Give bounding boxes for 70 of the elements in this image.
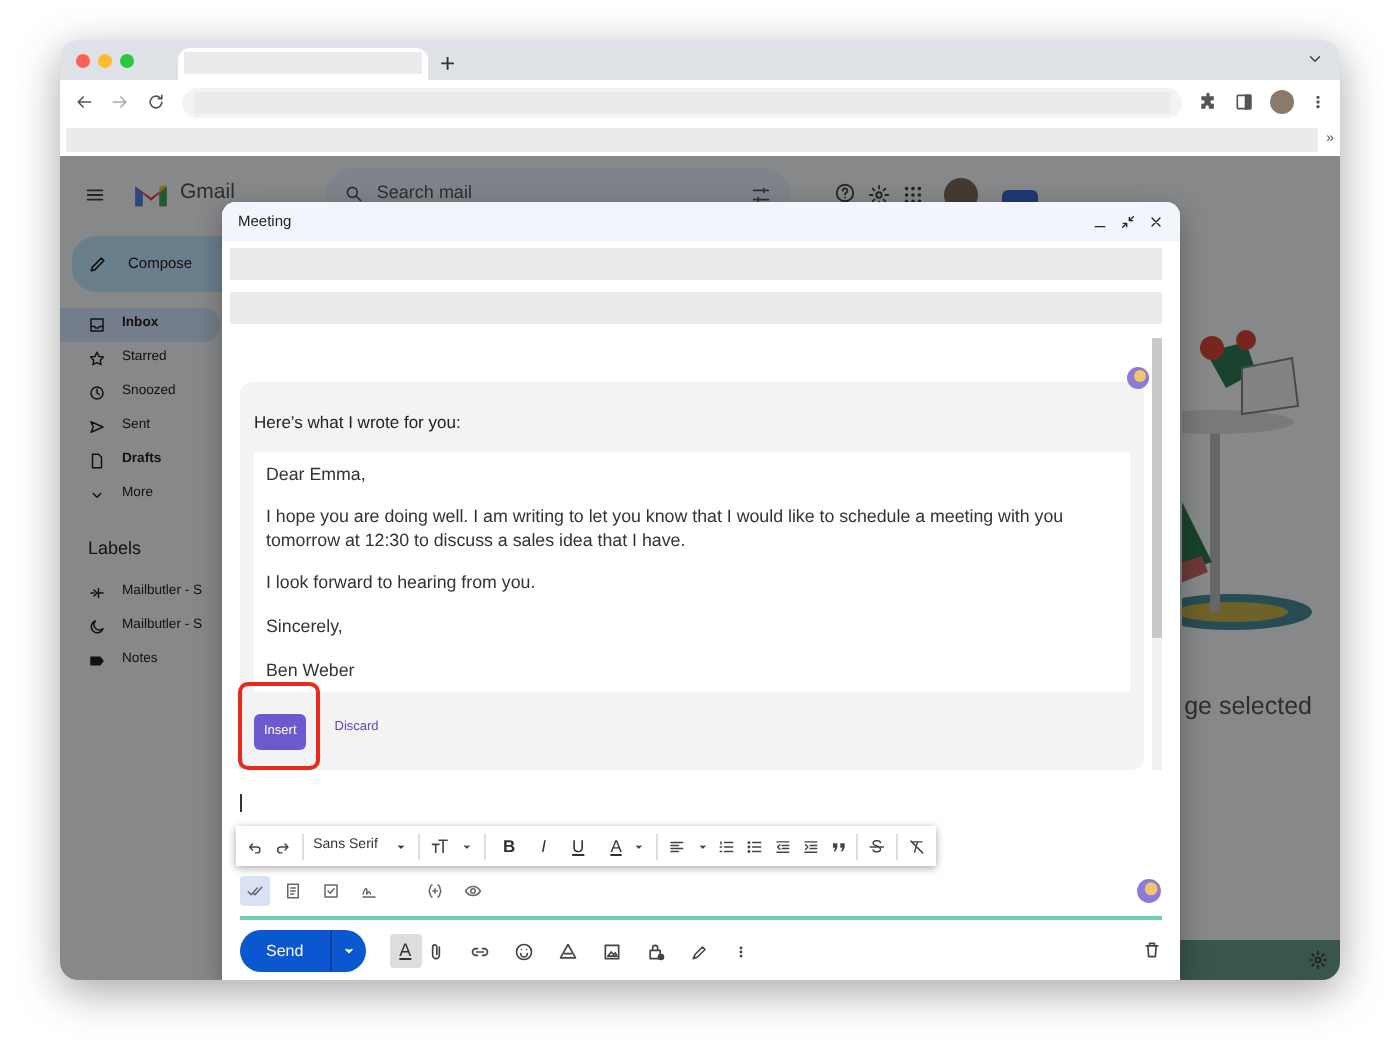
paragraph: I look forward to hearing from you. [266,572,538,597]
trash-icon[interactable] [1142,940,1162,961]
avatar[interactable] [1270,90,1294,114]
puzzle-icon[interactable] [1198,92,1218,112]
labels-heading: Labels [88,536,142,562]
send-icon [88,418,106,436]
help-icon[interactable] [834,182,857,205]
pencil-icon [88,254,108,274]
triangle-icon[interactable] [557,941,578,961]
moon-icon [88,617,106,635]
strikethrough-icon[interactable] [868,837,887,855]
template-icon [284,882,302,900]
lock-icon[interactable] [645,941,666,961]
scrollbar-thumb[interactable] [1152,338,1162,638]
tool-button[interactable] [240,876,270,906]
caret-icon[interactable] [631,839,646,853]
task-checkbox-icon [322,882,340,900]
label-icon [88,651,106,669]
new-tab-button[interactable]: + [440,48,456,80]
envelope-logo-icon [134,181,168,207]
eye-icon [464,882,482,900]
text-size-icon[interactable] [429,836,450,856]
underline-button[interactable]: U [564,837,593,855]
numbered-list-icon[interactable] [718,837,737,855]
clock-icon [88,384,106,402]
emoji-icon[interactable] [513,941,534,961]
empty-state-text: ge selected [1184,690,1312,724]
formatting-toggle[interactable]: A [389,934,422,968]
text-cursor [240,794,242,812]
text-color-button[interactable]: A [602,837,622,855]
align-icon[interactable] [667,837,686,855]
send-button[interactable]: Send [240,930,332,972]
italic-button[interactable]: I [533,837,555,855]
reload-icon[interactable] [146,92,166,112]
search-placeholder: Search mail [376,180,474,207]
undo-icon[interactable] [246,837,264,855]
inbox-icon [88,316,106,334]
panel-heading: Here’s what I wrote for you: [254,410,463,436]
quote-icon[interactable] [829,837,847,855]
indent-more-icon[interactable] [801,837,820,855]
generated-text-box[interactable] [254,451,1130,692]
indent-less-icon[interactable] [774,837,792,855]
star-icon [88,350,106,368]
double-check-icon [246,882,264,900]
assistant-avatar-icon[interactable] [1136,878,1162,904]
variable-braces-icon [426,882,444,900]
caret-icon[interactable] [459,839,474,853]
sliders-icon[interactable] [750,183,773,205]
caret-icon [393,839,408,853]
close-icon[interactable] [1148,214,1164,230]
side-panel-icon[interactable] [1234,92,1254,112]
more-vertical-icon[interactable] [1310,92,1326,112]
signature-icon [360,882,378,900]
paragraph: I hope you are doing well. I am writing to let you know that I would like to schedule a meeting with you tomorrow at 12:30 to discuss a sales idea that I have. [266,506,1066,553]
document-icon [88,452,106,470]
paragraph: Dear Emma, [266,463,368,487]
assistant-avatar-icon [1126,366,1150,390]
app-name: Gmail [180,178,235,209]
paragraph: Sincerely, [266,616,345,640]
search-icon [344,184,365,204]
apps-grid-icon[interactable] [902,183,925,205]
exit-fullscreen-icon[interactable] [1120,214,1136,230]
clear-formatting-icon[interactable] [908,837,927,855]
bold-button[interactable]: B [495,837,524,855]
pen-icon[interactable] [689,941,710,961]
paragraph: Ben Weber [266,659,357,683]
photo-icon[interactable] [601,941,622,961]
caret-icon[interactable] [695,839,709,853]
back-icon[interactable] [74,92,94,112]
bulleted-list-icon[interactable] [746,837,764,855]
